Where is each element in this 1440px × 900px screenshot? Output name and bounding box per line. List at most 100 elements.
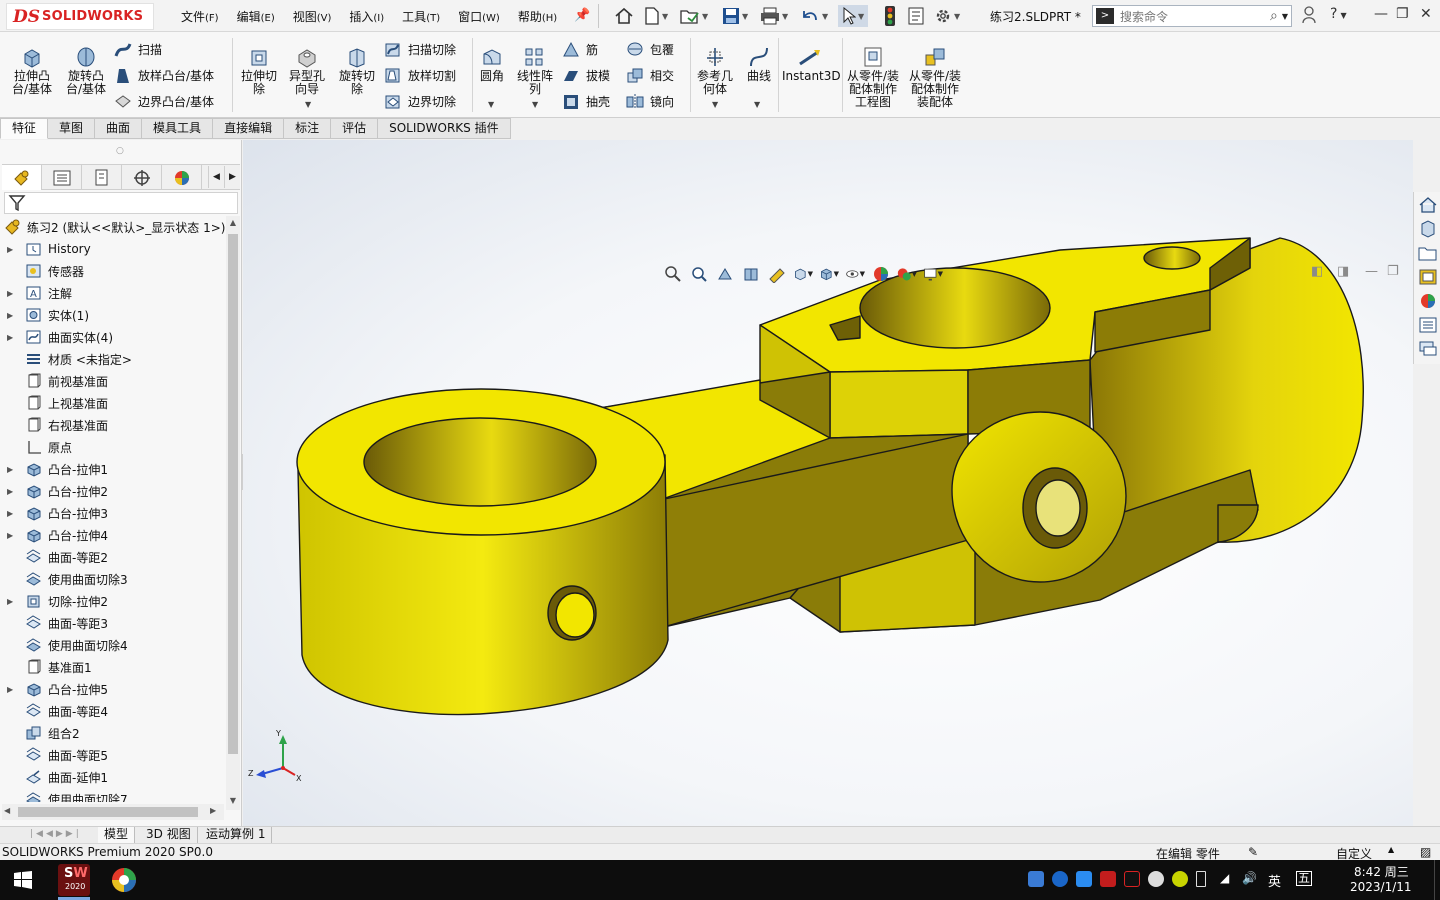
onedrive-icon[interactable]: [1052, 871, 1068, 887]
tree-item[interactable]: ▶ 凸台-拉伸1: [0, 458, 228, 480]
select-cursor-icon[interactable]: ▼: [838, 5, 868, 27]
volume-icon[interactable]: 🔊: [1242, 871, 1257, 885]
print-icon[interactable]: ▼: [760, 5, 788, 27]
minimize-window-icon[interactable]: —: [1374, 6, 1388, 22]
tab-model[interactable]: 模型: [98, 827, 136, 843]
home-icon[interactable]: [614, 5, 634, 27]
boundary-boss-button[interactable]: 边界凸台/基体: [114, 90, 214, 112]
tree-item[interactable]: ▶曲面-延伸1: [0, 766, 228, 788]
tags-icon[interactable]: ▨: [1420, 845, 1431, 859]
tree-horizontal-scrollbar[interactable]: ◀ ▶: [2, 804, 224, 820]
extrude-cut-button[interactable]: 拉伸切除: [238, 46, 280, 96]
windows-start-icon[interactable]: [14, 871, 32, 889]
tab-sketch[interactable]: 草图: [48, 118, 96, 139]
view-orientation-icon[interactable]: ▼: [793, 265, 813, 283]
feature-manager-tab[interactable]: [2, 165, 42, 190]
scroll-left-icon[interactable]: ◀: [4, 806, 10, 815]
viewport-restore-icon[interactable]: ❐: [1387, 264, 1399, 279]
panel-grip-icon[interactable]: ○: [116, 146, 124, 156]
tree-root-part[interactable]: 练习2 (默认<<默认>_显示状态 1>): [0, 216, 228, 238]
help-icon[interactable]: ? ▼: [1330, 6, 1347, 22]
make-assembly-button[interactable]: 从零件/装配体制作装配体: [906, 46, 964, 109]
boundary-cut-button[interactable]: 边界切除: [384, 90, 456, 112]
mirror-button[interactable]: 镜向: [626, 90, 674, 112]
menu-file[interactable]: 文件(F): [172, 8, 228, 25]
search-input[interactable]: 搜索命令: [1120, 8, 1270, 25]
tree-item[interactable]: ▶ History: [0, 238, 228, 260]
design-library-icon[interactable]: [1418, 220, 1438, 238]
solidworks-resources-icon[interactable]: [1418, 196, 1438, 214]
tree-item[interactable]: ▶传感器: [0, 260, 228, 282]
open-document-icon[interactable]: ▼: [680, 5, 708, 27]
search-dropdown-icon[interactable]: ▼: [1282, 12, 1288, 21]
close-window-icon[interactable]: ✕: [1420, 6, 1432, 22]
solidworks-taskbar-icon[interactable]: SW 2020: [58, 864, 90, 896]
expand-arrow-icon[interactable]: ▶: [7, 245, 17, 254]
clock-time[interactable]: 8:42 周三: [1354, 863, 1409, 880]
tree-item[interactable]: ▶ 曲面实体(4): [0, 326, 228, 348]
tree-item[interactable]: ▶曲面-等距3: [0, 612, 228, 634]
tree-item[interactable]: ▶ 实体(1): [0, 304, 228, 326]
lofted-cut-button[interactable]: 放样切割: [384, 64, 456, 86]
file-properties-icon[interactable]: [908, 5, 924, 27]
tab-solidworks-addins[interactable]: SOLIDWORKS 插件: [378, 118, 511, 139]
tree-item[interactable]: ▶ 凸台-拉伸5: [0, 678, 228, 700]
tree-item[interactable]: ▶ 凸台-拉伸2: [0, 480, 228, 502]
section-view-icon[interactable]: [741, 265, 761, 283]
revolve-cut-button[interactable]: 旋转切除: [336, 46, 378, 96]
swept-cut-button[interactable]: 扫描切除: [384, 38, 456, 60]
dimxpert-manager-tab[interactable]: [122, 165, 162, 190]
file-explorer-icon[interactable]: [1418, 244, 1438, 262]
menu-view[interactable]: 视图(V): [284, 8, 341, 25]
extrude-boss-button[interactable]: 拉伸凸台/基体: [8, 46, 56, 96]
loft-button[interactable]: 放样凸台/基体: [114, 64, 214, 86]
zoom-to-area-icon[interactable]: [689, 265, 709, 283]
expand-arrow-icon[interactable]: ▶: [7, 685, 17, 694]
show-desktop-button[interactable]: [1434, 860, 1440, 900]
configuration-manager-tab[interactable]: [82, 165, 122, 190]
expand-arrow-icon[interactable]: ▶: [7, 289, 17, 298]
tray-blue-app-icon[interactable]: [1076, 871, 1092, 887]
rebuild-traffic-light-icon[interactable]: [884, 5, 896, 27]
scroll-thumb[interactable]: [18, 807, 198, 817]
property-manager-tab[interactable]: [42, 165, 82, 190]
tree-item[interactable]: ▶ 凸台-拉伸3: [0, 502, 228, 524]
tree-item[interactable]: ▶ A 注解: [0, 282, 228, 304]
fillet-dropdown-icon[interactable]: ▼: [488, 100, 494, 109]
tree-item[interactable]: ▶ 凸台-拉伸4: [0, 524, 228, 546]
tab-3d-views[interactable]: 3D 视图: [140, 827, 198, 843]
tab-scroll-right-icon[interactable]: ▶: [224, 166, 240, 188]
tab-mold-tools[interactable]: 模具工具: [142, 118, 214, 139]
clock-date[interactable]: 2023/1/11: [1350, 880, 1412, 894]
scroll-down-icon[interactable]: ▼: [226, 796, 240, 805]
shell-button[interactable]: 抽壳: [562, 90, 610, 112]
graphics-area[interactable]: Y Z X ▼ ▼ ▼ ▼ ▼ ◧ ◨ — ❐ ✕: [243, 140, 1413, 826]
scroll-up-icon[interactable]: ▲: [226, 218, 240, 227]
view-palette-icon[interactable]: [1418, 268, 1438, 286]
tree-item[interactable]: ▶组合2: [0, 722, 228, 744]
network-icon[interactable]: ◢: [1220, 871, 1229, 885]
rib-button[interactable]: 筋: [562, 38, 598, 60]
tree-item[interactable]: ▶曲面-等距4: [0, 700, 228, 722]
expand-arrow-icon[interactable]: ▶: [7, 333, 17, 342]
user-account-icon[interactable]: [1302, 6, 1316, 28]
display-style-icon[interactable]: ▼: [819, 265, 839, 283]
rebuild-status-icon[interactable]: ✎: [1248, 845, 1258, 859]
tab-direct-editing[interactable]: 直接编辑: [213, 118, 285, 139]
model-view[interactable]: [243, 140, 1413, 826]
scroll-right-icon[interactable]: ▶: [210, 806, 216, 815]
tree-item[interactable]: ▶ 切除-拉伸2: [0, 590, 228, 612]
linear-pattern-button[interactable]: 线性阵列: [514, 46, 556, 96]
curves-button[interactable]: 曲线: [744, 46, 774, 83]
view-settings-icon[interactable]: ▼: [923, 265, 943, 283]
tray-solidworks-icon[interactable]: [1100, 871, 1116, 887]
tray-green-app-icon[interactable]: [1172, 871, 1188, 887]
viewport-tile-left-icon[interactable]: ◧: [1311, 264, 1323, 279]
solidworks-logo[interactable]: DS SOLIDWORKS: [6, 3, 154, 30]
expand-arrow-icon[interactable]: ▶: [7, 509, 17, 518]
feature-tree-filter[interactable]: [4, 192, 238, 214]
zoom-to-fit-icon[interactable]: [663, 265, 683, 283]
hole-wizard-dropdown-icon[interactable]: ▼: [305, 100, 311, 109]
previous-view-icon[interactable]: [715, 265, 735, 283]
search-icon[interactable]: ⌕: [1270, 8, 1278, 24]
